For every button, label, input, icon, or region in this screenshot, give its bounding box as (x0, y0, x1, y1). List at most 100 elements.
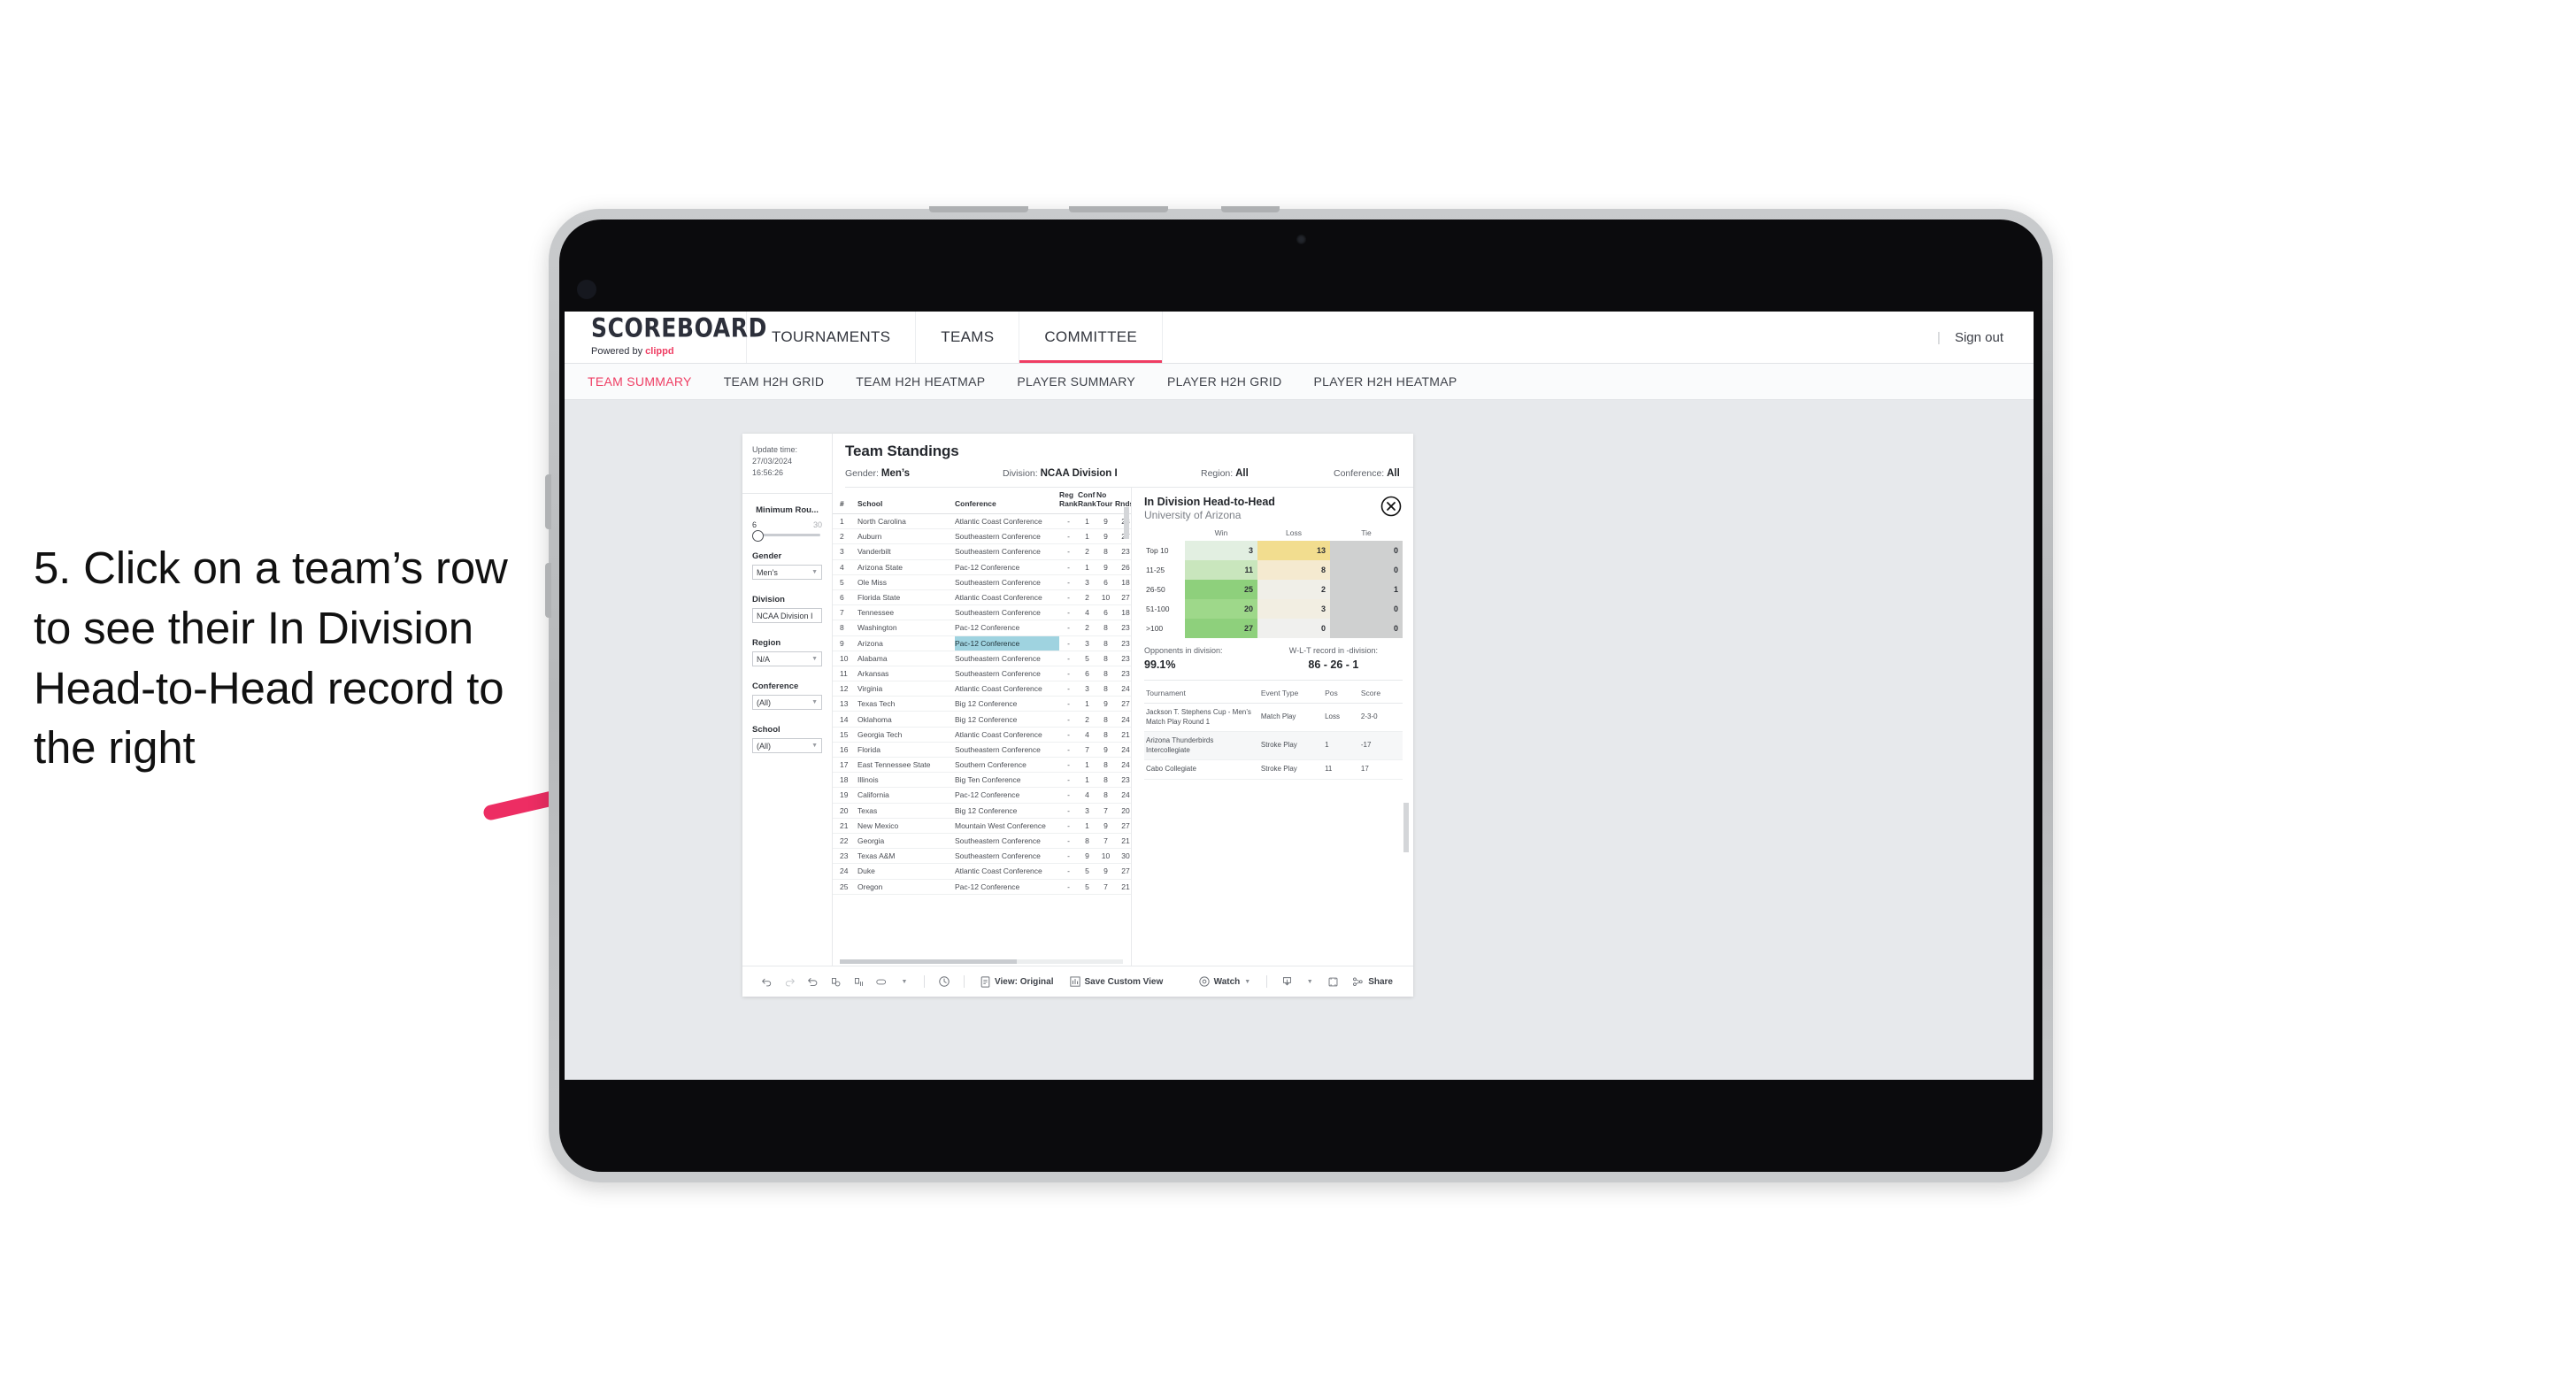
standings-cell-reg-rank: - (1059, 757, 1078, 774)
toolbar-divider (1266, 975, 1268, 988)
col-rank[interactable]: # (833, 488, 857, 514)
view-shape-icon[interactable] (870, 976, 893, 988)
table-row[interactable]: 20TexasBig 12 Conference-37200 (833, 803, 1131, 819)
standings-cell-conference: Atlantic Coast Conference (955, 727, 1059, 743)
table-row[interactable]: 18IllinoisBig Ten Conference-18233 (833, 772, 1131, 789)
standings-cell-rank: 12 (833, 681, 857, 697)
save-custom-view-button[interactable]: Save Custom View (1062, 975, 1172, 988)
table-row[interactable]: 14OklahomaBig 12 Conference-28242 (833, 711, 1131, 728)
tab-team-h2h-grid[interactable]: TEAM H2H GRID (724, 374, 825, 389)
table-row[interactable]: 3VanderbiltSoutheastern Conference-28235 (833, 543, 1131, 560)
wlt-row: Top 10 3 13 0 (1144, 541, 1403, 560)
tab-player-h2h-grid[interactable]: PLAYER H2H GRID (1167, 374, 1282, 389)
gender-select[interactable]: Men’s ▼ (752, 565, 822, 581)
download-icon[interactable] (1275, 976, 1298, 988)
scrollbar-thumb[interactable] (840, 959, 1017, 964)
slider-high-value: 30 (812, 520, 822, 530)
standings-cell-no-tour: 8 (1096, 681, 1115, 697)
nav-item-committee[interactable]: COMMITTEE (1019, 312, 1164, 363)
wlt-row: 51-100 20 3 0 (1144, 599, 1403, 619)
table-row[interactable]: 12 Virginia Atlantic Coast Conference -3 8 24… (833, 681, 1131, 697)
dashboard-canvas: Update time: 27/03/2024 16:56:26 Minimum… (565, 400, 2034, 1080)
fullscreen-icon[interactable] (1321, 976, 1344, 988)
nav-item-tournaments[interactable]: TOURNAMENTS (747, 312, 917, 363)
chevron-down-icon[interactable]: ▼ (893, 979, 916, 985)
standings-cell-school: New Mexico (857, 818, 955, 834)
table-row[interactable]: 17 East Tennessee State Southern Conferenc… (833, 757, 1131, 774)
table-row[interactable]: 1 North Carolina Atlantic Coast Conference… (833, 513, 1131, 530)
undo-icon[interactable] (755, 976, 778, 988)
watch-button[interactable]: Watch ▼ (1191, 976, 1259, 987)
minimum-rounds-slider[interactable] (752, 530, 820, 543)
signout-link[interactable]: Sign out (1955, 330, 2003, 345)
col-conference[interactable]: Conference (955, 488, 1059, 514)
standings-vertical-scrollbar[interactable] (1124, 507, 1129, 966)
standings-cell-rank: 14 (833, 711, 857, 728)
col-reg-rank[interactable]: Reg Rank (1059, 488, 1078, 514)
share-button[interactable]: Share (1344, 976, 1401, 988)
standings-cell-school: Florida (857, 742, 955, 758)
pause-updates-icon[interactable] (847, 976, 870, 988)
standings-cell-conf-rank: 4 (1078, 787, 1096, 804)
redo-icon[interactable] (778, 976, 801, 988)
table-row[interactable]: 8WashingtonPac-12 Conference-28231 (833, 620, 1131, 636)
table-row[interactable]: 4Arizona StatePac-12 Conference-19261 (833, 559, 1131, 575)
tab-player-summary[interactable]: PLAYER SUMMARY (1017, 374, 1135, 389)
table-row[interactable]: 15 Georgia Tech Atlantic Coast Conference -… (833, 727, 1131, 743)
col-school[interactable]: School (857, 488, 955, 514)
update-time-value: 27/03/2024 16:56:26 (752, 457, 793, 478)
team-standings-table-wrap[interactable]: # School Conference Reg Rank Conf Rank No T… (833, 488, 1132, 966)
refresh-data-icon[interactable] (824, 976, 847, 988)
tournament-event-type: Stroke Play (1260, 731, 1326, 761)
chevron-down-icon[interactable]: ▼ (1298, 979, 1321, 985)
tournament-score: 17 (1360, 759, 1403, 780)
tab-player-h2h-heatmap[interactable]: PLAYER H2H HEATMAP (1314, 374, 1457, 389)
table-row[interactable]: 25OregonPac-12 Conference-57210 (833, 879, 1131, 895)
save-view-icon (1069, 975, 1080, 987)
table-row[interactable]: 10AlabamaSoutheastern Conference-58233 (833, 651, 1131, 666)
conference-select[interactable]: (All) ▼ (752, 695, 822, 711)
nav-item-teams[interactable]: TEAMS (916, 312, 1020, 363)
table-row[interactable]: 13Texas TechBig 12 Conference-19272 (833, 696, 1131, 712)
list-item[interactable]: Jackson T. Stephens Cup - Men’s Match Pl… (1144, 703, 1403, 733)
table-row[interactable]: 7TennesseeSoutheastern Conference-46182 (833, 604, 1131, 621)
tab-team-summary[interactable]: TEAM SUMMARY (588, 374, 692, 389)
scrollbar-thumb[interactable] (1124, 507, 1129, 539)
col-conf-rank[interactable]: Conf Rank (1078, 488, 1096, 514)
region-select[interactable]: N/A ▼ (752, 651, 822, 667)
table-row[interactable]: 19CaliforniaPac-12 Conference-48242 (833, 787, 1131, 804)
list-item[interactable]: Arizona Thunderbirds Intercollegiate Stro… (1144, 731, 1403, 761)
close-circle-icon[interactable] (1380, 496, 1402, 517)
history-icon[interactable] (933, 975, 956, 988)
standings-cell-reg-rank: - (1059, 879, 1078, 895)
list-item[interactable]: Cabo Collegiate Stroke Play 11 17 (1144, 759, 1403, 780)
table-row[interactable]: 6 Florida State Atlantic Coast Conference -… (833, 589, 1131, 606)
table-row[interactable]: 23 Texas A&M Southeastern Conference -9 10 30… (833, 848, 1131, 865)
view-original-button[interactable]: View: Original (973, 975, 1062, 988)
table-row[interactable]: 9ArizonaPac-12 Conference-38232 (833, 635, 1131, 651)
col-no-tour[interactable]: No Tour (1096, 488, 1115, 514)
scrollbar-thumb[interactable] (1403, 803, 1409, 852)
standings-cell-rank: 3 (833, 543, 857, 560)
filter-minimum-rounds[interactable]: Minimum Rou... 6 30 (752, 505, 822, 543)
division-select[interactable]: NCAA Division I (752, 608, 822, 624)
school-select[interactable]: (All) ▼ (752, 738, 822, 754)
table-row[interactable]: 5Ole MissSoutheastern Conference-36181 (833, 574, 1131, 590)
standings-cell-rank: 9 (833, 635, 857, 651)
app-screen: SCOREBOARD Powered by clippd TOURNAMENTS… (565, 312, 2034, 1080)
standings-horizontal-scrollbar[interactable] (840, 959, 1123, 964)
revert-icon[interactable] (801, 976, 824, 988)
app-logo[interactable]: SCOREBOARD Powered by clippd (565, 312, 766, 363)
table-row[interactable]: 11ArkansasSoutheastern Conference-68232 (833, 666, 1131, 682)
chevron-down-icon: ▼ (811, 743, 818, 750)
update-time-label: Update time: (752, 445, 798, 454)
slider-handle[interactable] (752, 530, 764, 543)
table-row[interactable]: 21 New Mexico Mountain West Conference -1 9 2… (833, 818, 1131, 834)
table-row[interactable]: 24DukeAtlantic Coast Conference-59271 (833, 863, 1131, 880)
table-row[interactable]: 16FloridaSoutheastern Conference-79244 (833, 742, 1131, 758)
table-row[interactable]: 2AuburnSoutheastern Conference-19276 (833, 528, 1131, 545)
table-row[interactable]: 22GeorgiaSoutheastern Conference-87211 (833, 833, 1131, 850)
tab-team-h2h-heatmap[interactable]: TEAM H2H HEATMAP (856, 374, 985, 389)
standings-cell-reg-rank: - (1059, 681, 1078, 697)
tournaments-scrollbar[interactable] (1403, 803, 1409, 909)
